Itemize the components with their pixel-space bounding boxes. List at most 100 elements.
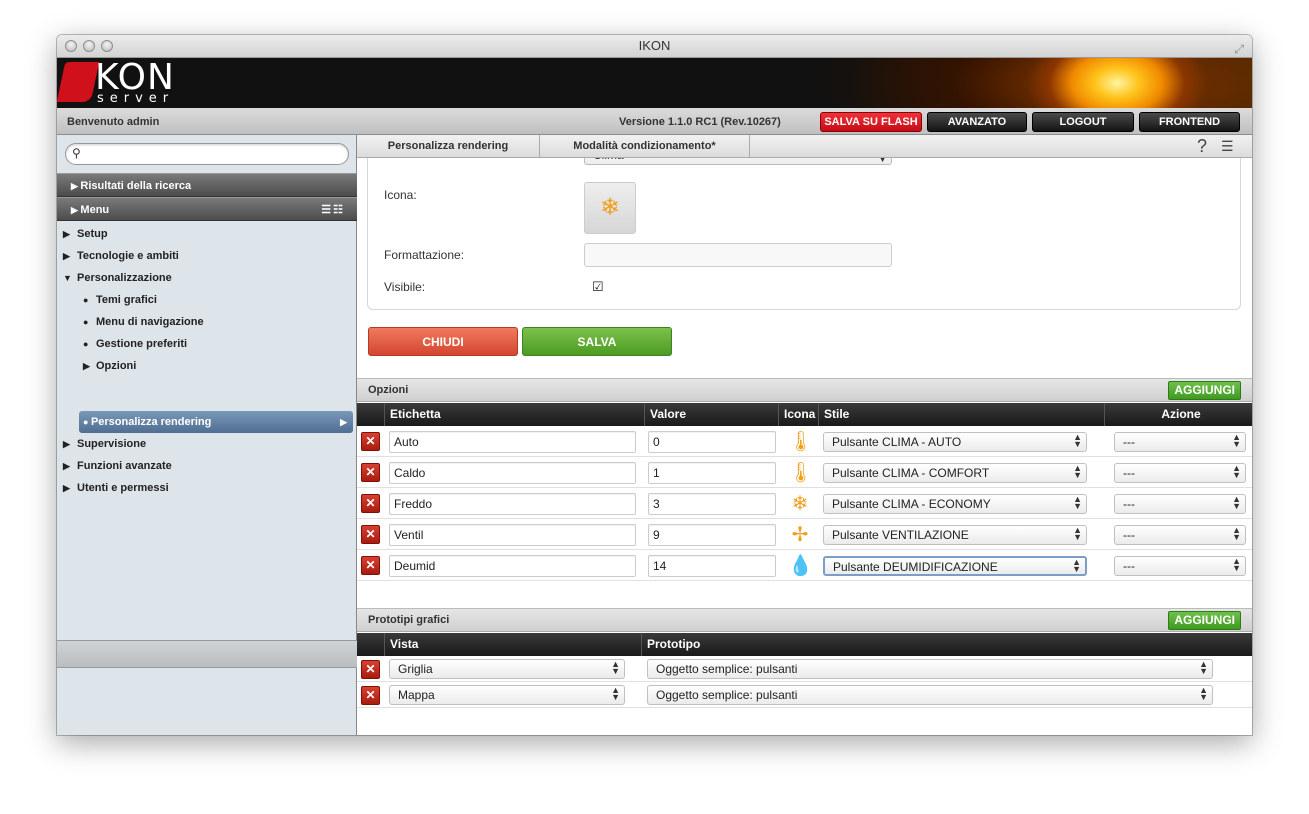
fullscreen-icon[interactable]: ⤢ [1234, 38, 1244, 60]
search-input[interactable] [88, 146, 338, 162]
sidebar-item-utenti-permessi[interactable]: ▶ Utenti e permessi [63, 477, 169, 499]
welcome-text: Benvenuto admin [67, 116, 160, 128]
prototipo-select[interactable]: Oggetto semplice: pulsanti ▲ ▼ [647, 659, 1213, 679]
banner-artwork [817, 58, 1252, 108]
window-title: IKON [638, 38, 671, 53]
valore-input[interactable]: 0 [648, 431, 776, 453]
frontend-button[interactable]: FRONTEND [1139, 112, 1240, 132]
select-arrows-icon: ▲▼ [1232, 432, 1241, 449]
stile-select[interactable]: Pulsante VENTILAZIONE ▲ ▼ [823, 525, 1087, 545]
expand-arrow-icon: ▶ [71, 181, 81, 191]
menu-header[interactable]: ▶ Menu ☰☷ [57, 197, 357, 221]
logout-button[interactable]: LOGOUT [1032, 112, 1134, 132]
sidebar-item-setup[interactable]: ▶ Setup [63, 223, 108, 245]
delete-row-button[interactable]: ✕ [361, 556, 380, 575]
prototipo-select[interactable]: Oggetto semplice: pulsanti ▲ ▼ [647, 685, 1213, 705]
save-button[interactable]: SALVA [522, 327, 672, 356]
delete-row-button[interactable]: ✕ [361, 432, 380, 451]
sidebar-item-personalizzazione[interactable]: ▼ Personalizzazione [63, 267, 172, 289]
stile-select[interactable]: Pulsante CLIMA - ECONOMY ▲ ▼ [823, 494, 1087, 514]
collapse-all-icon[interactable]: ☷ [333, 204, 345, 216]
delete-row-button[interactable]: ✕ [361, 525, 380, 544]
delete-row-button[interactable]: ✕ [361, 660, 380, 679]
tab-personalizza-rendering[interactable]: Personalizza rendering [357, 135, 540, 158]
etichetta-input[interactable]: Caldo [389, 462, 636, 484]
column-valore[interactable]: Valore [644, 403, 778, 426]
select-arrows-icon: ▲▼ [611, 685, 620, 702]
zoom-window-button[interactable] [101, 40, 113, 52]
close-button[interactable]: CHIUDI [368, 327, 518, 356]
close-window-button[interactable] [65, 40, 77, 52]
add-option-button[interactable]: AGGIUNGI [1168, 381, 1241, 400]
azione-select[interactable]: --- ▲ ▼ [1114, 463, 1246, 483]
top-bar: Benvenuto admin Versione 1.1.0 RC1 (Rev.… [57, 108, 1252, 135]
formattazione-input[interactable] [584, 243, 892, 267]
drops-icon[interactable]: 💧 [788, 554, 813, 578]
sidebar-item-supervisione[interactable]: ▶ Supervisione [63, 433, 146, 455]
etichetta-input[interactable]: Deumid [389, 555, 636, 577]
stile-select[interactable]: Pulsante CLIMA - AUTO ▲ ▼ [823, 432, 1087, 452]
sidebar-subitem-temi-grafici[interactable]: ● Temi grafici [83, 289, 157, 311]
vista-select[interactable]: Mappa ▲ ▼ [389, 685, 625, 705]
column-azione[interactable]: Azione [1104, 403, 1252, 426]
search-results-header[interactable]: ▶ Risultati della ricerca [57, 173, 357, 197]
etichetta-input[interactable]: Auto [389, 431, 636, 453]
azione-select[interactable]: --- ▲ ▼ [1114, 525, 1246, 545]
visibile-checkbox[interactable]: ☑ [592, 279, 604, 295]
delete-row-button[interactable]: ✕ [361, 686, 380, 705]
stile-select[interactable]: Pulsante CLIMA - COMFORT ▲ ▼ [823, 463, 1087, 483]
azione-value: --- [1123, 497, 1135, 511]
sidebar-subitem-gestione-preferiti[interactable]: ● Gestione preferiti [83, 333, 187, 355]
minimize-window-button[interactable] [83, 40, 95, 52]
add-prototype-button[interactable]: AGGIUNGI [1168, 611, 1241, 630]
valore-input[interactable]: 9 [648, 524, 776, 546]
sidebar-item-label: Tecnologie e ambiti [77, 250, 179, 262]
sidebar-item-tecnologie[interactable]: ▶ Tecnologie e ambiti [63, 245, 179, 267]
bullet-icon: ● [83, 339, 89, 349]
fan-icon[interactable]: ✢ [788, 523, 812, 547]
main-content: Funzione: Clima▲▼ Icona: ❄ Formattazione… [357, 135, 1252, 735]
help-icon[interactable]: ? [1197, 136, 1207, 156]
column-icona[interactable]: Icona [778, 403, 818, 426]
column-prototipo[interactable]: Prototipo [641, 633, 1252, 656]
column-stile[interactable]: Stile [818, 403, 1104, 426]
sidebar-item-label: Funzioni avanzate [77, 460, 172, 472]
azione-select[interactable]: --- ▲ ▼ [1114, 432, 1246, 452]
save-to-flash-button[interactable]: SALVA SU FLASH [820, 112, 922, 132]
expand-arrow-icon: ▶ [71, 205, 81, 215]
tab-modalita-condizionamento[interactable]: Modalità condizionamento* [540, 135, 750, 158]
delete-row-button[interactable]: ✕ [361, 494, 380, 513]
azione-select[interactable]: --- ▲ ▼ [1114, 494, 1246, 514]
column-etichetta[interactable]: Etichetta [384, 403, 644, 426]
sidebar-subitem-menu-navigazione[interactable]: ● Menu di navigazione [83, 311, 204, 333]
valore-input[interactable]: 3 [648, 493, 776, 515]
sidebar-item-label: Supervisione [77, 438, 147, 450]
sidebar-item-label: Menu di navigazione [96, 316, 204, 328]
thermometer-icon[interactable]: 🌡 [788, 461, 813, 485]
sidebar-item-label: Utenti e permessi [77, 482, 169, 494]
vista-value: Griglia [398, 662, 433, 676]
sidebar-subitem-opzioni[interactable]: ▶ Opzioni [83, 355, 136, 377]
azione-select[interactable]: --- ▲ ▼ [1114, 556, 1246, 576]
valore-input[interactable]: 14 [648, 555, 776, 577]
etichetta-input[interactable]: Freddo [389, 493, 636, 515]
sidebar-subitem-personalizza-rendering[interactable]: ● Personalizza rendering ▶ [79, 411, 353, 433]
delete-row-button[interactable]: ✕ [361, 463, 380, 482]
azione-value: --- [1123, 466, 1135, 480]
list-search-icon[interactable]: ☰ [1221, 138, 1234, 155]
column-vista[interactable]: Vista [384, 633, 641, 656]
etichetta-input[interactable]: Ventil [389, 524, 636, 546]
expand-all-icon[interactable]: ☰ [321, 204, 333, 216]
sidebar-item-label: Gestione preferiti [96, 338, 188, 350]
valore-input[interactable]: 1 [648, 462, 776, 484]
sidebar-item-funzioni-avanzate[interactable]: ▶ Funzioni avanzate [63, 455, 172, 477]
thermometer-icon[interactable]: 🌡 [788, 430, 813, 454]
snowflake-icon[interactable]: ❄ [584, 182, 636, 234]
azione-value: --- [1123, 528, 1135, 542]
bullet-icon: ● [83, 417, 91, 427]
sidebar-item-label: Temi grafici [96, 294, 157, 306]
snowflake-icon[interactable]: ❄ [788, 492, 812, 516]
vista-select[interactable]: Griglia ▲ ▼ [389, 659, 625, 679]
stile-select[interactable]: Pulsante DEUMIDIFICAZIONE ▲ ▼ [823, 556, 1087, 576]
advanced-button[interactable]: AVANZATO [927, 112, 1027, 132]
